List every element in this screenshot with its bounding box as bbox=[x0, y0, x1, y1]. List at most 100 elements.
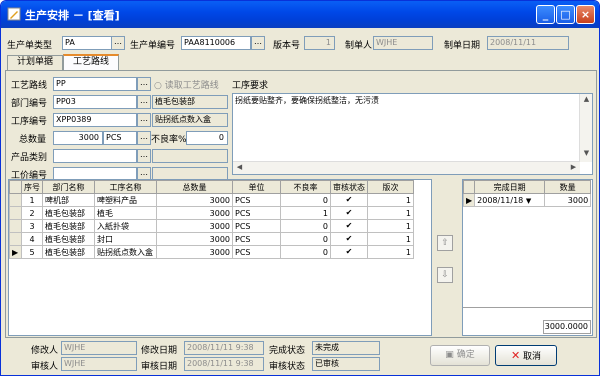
row-indicator[interactable]: ▶ bbox=[462, 193, 476, 207]
table-row[interactable]: ▶ 5 植毛包装部 贴拐纸点数入盒 3000 PCS 0 ✔ 1 bbox=[9, 245, 414, 259]
table-cell: 封口 bbox=[94, 232, 157, 246]
table-row[interactable]: 4 植毛包装部 封口 3000 PCS 0 ✔ 1 bbox=[9, 232, 414, 246]
schedule-grid[interactable]: 完成日期 数量 ▶ 2008/11/18 ▼ 3000 3000.0000 bbox=[462, 179, 593, 336]
close-button[interactable]: × bbox=[576, 5, 595, 24]
row-indicator[interactable]: ▶ bbox=[9, 245, 22, 259]
row-indicator[interactable] bbox=[9, 193, 22, 207]
column-header[interactable]: 工序名称 bbox=[94, 180, 157, 194]
ok-label: 确定 bbox=[456, 350, 475, 360]
scroll-left-icon[interactable]: ◀ bbox=[234, 163, 245, 174]
ok-button[interactable]: ▣ 确定 bbox=[430, 345, 490, 366]
table-cell: PCS bbox=[232, 193, 281, 207]
column-header[interactable]: 完成日期 bbox=[474, 180, 546, 194]
defect-field[interactable]: 0 bbox=[186, 131, 228, 145]
column-header[interactable]: 序号 bbox=[21, 180, 43, 194]
process-grid[interactable]: 序号 部门名称 工序名称 总数量 单位 不良率 审核状态 版次 1 啤机部 啤塑料产品 3000 PC… bbox=[8, 179, 432, 336]
row-indicator[interactable] bbox=[9, 232, 22, 246]
requirement-hscrollbar[interactable]: ◀ ▶ bbox=[233, 161, 580, 174]
audit-status-field: 已审核 bbox=[312, 357, 380, 371]
row-indicator[interactable] bbox=[9, 206, 22, 220]
row-indicator-header bbox=[462, 180, 476, 194]
dept-name-field: 植毛包装部 bbox=[152, 95, 228, 109]
category-field[interactable] bbox=[53, 149, 137, 163]
row-indicator[interactable] bbox=[9, 219, 22, 233]
defect-label: 不良率% bbox=[151, 135, 187, 145]
table-cell: 啤机部 bbox=[42, 193, 95, 207]
move-up-icon[interactable]: ⇧ bbox=[437, 235, 453, 251]
checkbox-icon: ✔ bbox=[345, 208, 353, 217]
proc-field[interactable]: XPP0389 bbox=[53, 113, 137, 127]
dept-lookup-button[interactable]: … bbox=[137, 95, 151, 109]
column-header[interactable]: 总数量 bbox=[156, 180, 233, 194]
order-type-label: 生产单类型 bbox=[7, 41, 53, 51]
cancel-button[interactable]: ✕ 取消 bbox=[495, 345, 557, 366]
modify-date-label: 修改日期 bbox=[141, 346, 178, 356]
table-cell: 1 bbox=[280, 206, 331, 220]
date-dropdown[interactable]: 2008/11/18 ▼ bbox=[474, 193, 546, 207]
table-cell: 3000 bbox=[544, 193, 592, 207]
create-date-field: 2008/11/11 bbox=[487, 36, 569, 50]
category-name-field bbox=[152, 149, 228, 163]
read-route-option[interactable]: ○ 读取工艺路线 bbox=[154, 78, 219, 91]
requirement-vscrollbar[interactable]: ▲ ▼ bbox=[579, 94, 592, 162]
table-cell: ✔ bbox=[330, 206, 368, 220]
column-header[interactable]: 不良率 bbox=[280, 180, 331, 194]
order-no-field[interactable]: PAA8110006 bbox=[181, 36, 251, 50]
route-field[interactable]: PP bbox=[53, 77, 137, 91]
table-cell: 植毛包装部 bbox=[42, 232, 95, 246]
unit-field[interactable]: PCS bbox=[103, 131, 137, 145]
cancel-icon: ✕ bbox=[510, 349, 521, 362]
route-label: 工艺路线 bbox=[11, 81, 48, 91]
table-cell: PCS bbox=[232, 206, 281, 220]
dept-field[interactable]: PP03 bbox=[53, 95, 137, 109]
table-cell: 植毛包装部 bbox=[42, 206, 95, 220]
table-cell: ✔ bbox=[330, 219, 368, 233]
table-row[interactable]: ▶ 2008/11/18 ▼ 3000 bbox=[462, 193, 592, 207]
order-type-lookup-button[interactable]: … bbox=[111, 36, 125, 50]
column-header[interactable]: 单位 bbox=[232, 180, 281, 194]
table-cell: 0 bbox=[280, 219, 331, 233]
complete-status-label: 完成状态 bbox=[269, 346, 306, 356]
tab-process-route[interactable]: 工艺路线 bbox=[63, 54, 119, 70]
table-cell: 啤塑料产品 bbox=[94, 193, 157, 207]
checkbox-icon: ✔ bbox=[345, 195, 353, 204]
table-cell: 3000 bbox=[156, 232, 233, 246]
category-lookup-button[interactable]: … bbox=[137, 149, 151, 163]
modify-date-field: 2008/11/11 9:38 bbox=[184, 341, 264, 355]
title-bar[interactable]: 生产安排 － [查看] _ □ × bbox=[1, 1, 599, 28]
column-header[interactable]: 版次 bbox=[367, 180, 414, 194]
qty-field[interactable]: 3000 bbox=[53, 131, 103, 145]
maximize-button[interactable]: □ bbox=[556, 5, 575, 24]
column-header[interactable]: 数量 bbox=[544, 180, 592, 194]
scroll-up-icon[interactable]: ▲ bbox=[581, 95, 592, 106]
route-lookup-button[interactable]: … bbox=[137, 77, 151, 91]
move-down-icon[interactable]: ⇩ bbox=[437, 267, 453, 283]
table-row[interactable]: 3 植毛包装部 入紙扑袋 3000 PCS 0 ✔ 1 bbox=[9, 219, 414, 233]
requirement-textarea[interactable]: 拐纸要贴整齐，要确保拐纸整洁，无污渍 ▲ ▼ ◀ ▶ bbox=[232, 93, 593, 175]
process-table: 序号 部门名称 工序名称 总数量 单位 不良率 审核状态 版次 1 啤机部 啤塑料产品 3000 PC… bbox=[9, 180, 414, 259]
table-cell: 1 bbox=[367, 219, 414, 233]
order-no-label: 生产单编号 bbox=[130, 41, 176, 51]
table-cell: 3 bbox=[21, 219, 43, 233]
unit-lookup-button[interactable]: … bbox=[137, 131, 151, 145]
table-row[interactable]: 2 植毛包装部 植毛 3000 PCS 1 ✔ 1 bbox=[9, 206, 414, 220]
table-cell: 植毛包装部 bbox=[42, 219, 95, 233]
production-window: 生产安排 － [查看] _ □ × 生产单类型 PA … 生产单编号 PAA81… bbox=[0, 0, 600, 376]
column-header[interactable]: 审核状态 bbox=[330, 180, 368, 194]
table-row[interactable]: 1 啤机部 啤塑料产品 3000 PCS 0 ✔ 1 bbox=[9, 193, 414, 207]
order-type-field[interactable]: PA bbox=[62, 36, 112, 50]
minimize-button[interactable]: _ bbox=[536, 5, 555, 24]
table-cell: 3000 bbox=[156, 206, 233, 220]
scroll-down-icon[interactable]: ▼ bbox=[581, 149, 592, 160]
process-route-panel: 工艺路线 PP … ○ 读取工艺路线 部门编号 PP03 … 植毛包装部 工序编… bbox=[5, 70, 597, 338]
tab-plan-document[interactable]: 计划单据 bbox=[7, 55, 63, 70]
proc-lookup-button[interactable]: … bbox=[137, 113, 151, 127]
table-cell: 2 bbox=[21, 206, 43, 220]
scroll-right-icon[interactable]: ▶ bbox=[568, 163, 579, 174]
version-label: 版本号 bbox=[273, 41, 301, 51]
column-header[interactable]: 部门名称 bbox=[42, 180, 95, 194]
table-cell: ✔ bbox=[330, 245, 368, 259]
order-no-lookup-button[interactable]: … bbox=[251, 36, 265, 50]
chevron-down-icon[interactable]: ▼ bbox=[526, 197, 531, 205]
checkbox-icon: ✔ bbox=[345, 234, 353, 243]
